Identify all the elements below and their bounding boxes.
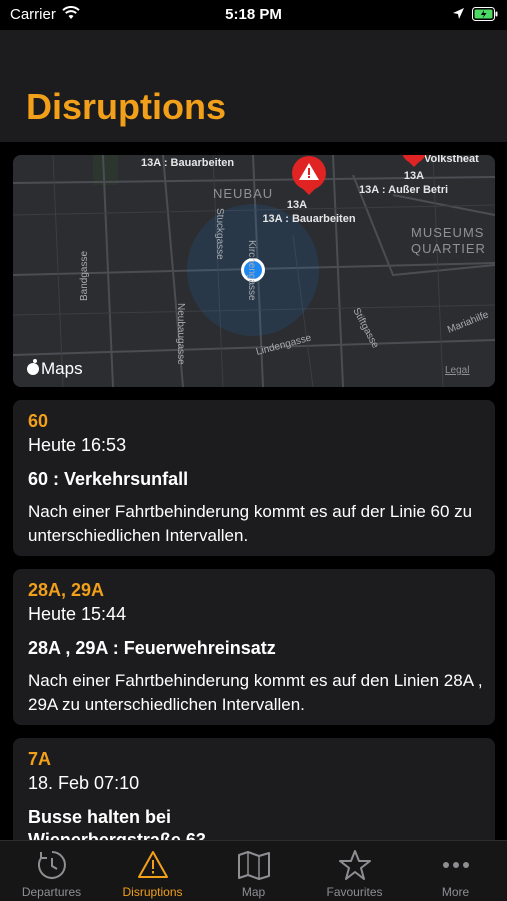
disruption-card[interactable]: 28A, 29A Heute 15:44 28A , 29A : Feuerwe…: [13, 569, 495, 725]
tab-departures[interactable]: Departures: [1, 841, 102, 901]
disruption-title: 60 : Verkehrsunfall: [28, 469, 189, 489]
clock-time: 5:18 PM: [225, 6, 282, 23]
disruption-lines: 60: [28, 411, 49, 431]
legal-link: Legal: [445, 365, 469, 376]
disruption-title-continued: Wienerbergstraße 63: [28, 830, 206, 840]
disruption-map[interactable]: NEUBAU MUSEUMS QUARTIER Stuckgasse Kirch…: [13, 155, 495, 387]
disruption-title: 28A , 29A : Feuerwehreinsatz: [28, 638, 276, 658]
map-label-neubau: NEUBAU: [213, 186, 273, 201]
more-icon: [440, 849, 472, 886]
tab-bar: Departures Disruptions Map Favourites Mo…: [0, 840, 507, 901]
map-label-ausser-betrieb: 13A : Außer Betri: [359, 184, 448, 196]
clock-icon: [36, 849, 68, 886]
map-label-neubaugasse: Neubaugasse: [175, 303, 186, 365]
nav-header: Disruptions: [0, 30, 507, 142]
disruption-title: Busse halten bei: [28, 807, 172, 827]
warning-icon: [137, 849, 169, 886]
disruption-card[interactable]: 7A 18. Feb 07:10 Busse halten bei Wiener…: [13, 738, 495, 840]
disruption-date: 18. Feb 07:10: [28, 773, 140, 793]
map-label-bauarbeiten-top: 13A : Bauarbeiten: [141, 157, 234, 169]
map-label-volkstheater: Volkstheat: [424, 155, 479, 165]
map-label-stuckgasse: Stuckgasse: [214, 208, 225, 260]
tab-label: Favourites: [326, 885, 383, 899]
maps-attribution: Maps: [41, 359, 83, 378]
tab-favourites[interactable]: Favourites: [304, 841, 405, 901]
map-label-quartier: QUARTIER: [411, 241, 486, 256]
disruption-date: Heute 16:53: [28, 435, 127, 455]
map-label-museums: MUSEUMS: [411, 225, 484, 240]
map-label-13a-marker-2: 13A: [404, 170, 424, 182]
tab-disruptions[interactable]: Disruptions: [102, 841, 203, 901]
location-arrow-icon: [452, 7, 465, 25]
disruption-description: Nach einer Fahrtbehinderung kommt es auf…: [28, 502, 473, 545]
map-icon: [237, 849, 271, 886]
battery-icon: [472, 7, 499, 26]
page-title: Disruptions: [26, 86, 227, 127]
tab-label: More: [441, 885, 470, 899]
disruption-lines: 7A: [28, 749, 52, 769]
map-label-kirchengasse: Kirchengasse: [246, 240, 257, 301]
map-label-bauarbeiten-mid: 13A : Bauarbeiten: [262, 213, 355, 225]
map-label-bandgasse: Bandgasse: [79, 251, 90, 301]
tab-more[interactable]: More: [405, 841, 506, 901]
tab-label: Departures: [21, 885, 82, 899]
status-bar: Carrier 5:18 PM: [0, 0, 507, 30]
tab-label: Map: [241, 885, 266, 899]
star-icon: [338, 849, 371, 886]
tab-label: Disruptions: [122, 885, 183, 899]
tab-map[interactable]: Map: [203, 841, 304, 901]
disruption-description: Nach einer Fahrtbehinderung kommt es auf…: [28, 671, 483, 714]
map-label-13a-marker: 13A: [287, 199, 307, 211]
disruption-card[interactable]: 60 Heute 16:53 60 : Verkehrsunfall Nach …: [13, 400, 495, 556]
disruption-lines: 28A, 29A: [28, 580, 105, 600]
disruption-date: Heute 15:44: [28, 604, 127, 624]
